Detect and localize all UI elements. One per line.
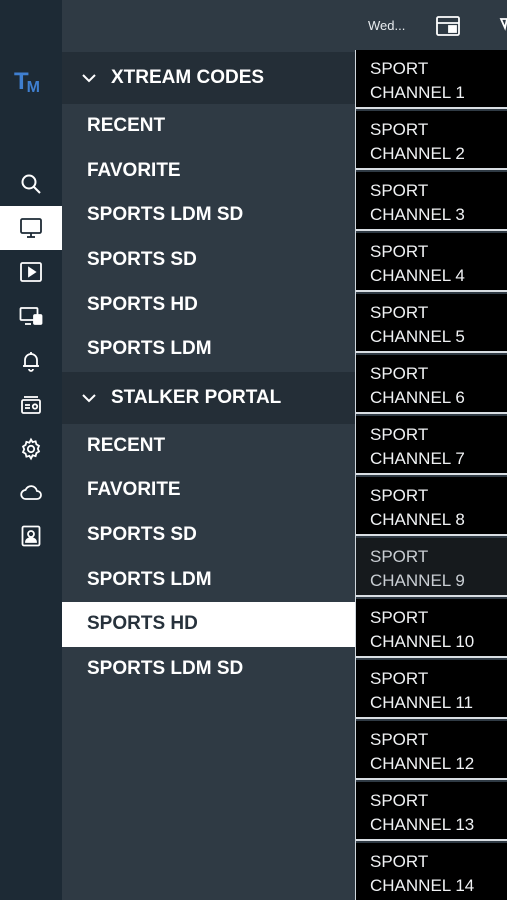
channel-item[interactable]: SPORT CHANNEL 13	[356, 782, 507, 841]
top-bar: Wed...	[62, 0, 507, 52]
category-item[interactable]: FAVORITE	[62, 468, 355, 513]
nav-search[interactable]	[0, 162, 62, 206]
category-item[interactable]: RECENT	[62, 104, 355, 149]
channel-item[interactable]: SPORT CHANNEL 3	[356, 172, 507, 231]
chevron-down-icon	[82, 74, 96, 83]
nav-radio[interactable]	[0, 383, 62, 427]
group-title: STALKER PORTAL	[111, 386, 282, 408]
channel-item[interactable]: SPORT CHANNEL 14	[356, 843, 507, 900]
category-item[interactable]: SPORTS LDM	[62, 557, 355, 602]
category-item[interactable]: SPORTS LDM SD	[62, 647, 355, 692]
category-item[interactable]: SPORTS SD	[62, 238, 355, 283]
category-item[interactable]: SPORTS LDM SD	[62, 193, 355, 238]
channel-item[interactable]: SPORT CHANNEL 10	[356, 599, 507, 658]
category-item-selected[interactable]: SPORTS HD	[62, 601, 355, 647]
category-item[interactable]: SPORTS SD	[62, 513, 355, 558]
radio-icon	[21, 396, 41, 414]
cloud-icon	[20, 485, 42, 500]
category-item[interactable]: FAVORITE	[62, 149, 355, 194]
date-label: Wed...	[368, 18, 406, 33]
contact-icon	[21, 525, 41, 547]
play-icon	[20, 262, 42, 282]
channel-item[interactable]: SPORT CHANNEL 6	[356, 355, 507, 414]
channel-item[interactable]: SPORT CHANNEL 11	[356, 660, 507, 719]
group-header-xtream[interactable]: XTREAM CODES	[62, 52, 355, 104]
layout-icon[interactable]	[435, 14, 461, 38]
channel-item-highlighted[interactable]: SPORT CHANNEL 9	[356, 538, 507, 597]
nav-cloud[interactable]	[0, 470, 62, 514]
app-logo: TM	[14, 68, 40, 96]
channel-item[interactable]: SPORT CHANNEL 12	[356, 721, 507, 780]
channel-item[interactable]: SPORT CHANNEL 7	[356, 416, 507, 475]
tv-icon	[20, 218, 42, 238]
devices-icon	[19, 307, 43, 325]
nav-account[interactable]	[0, 514, 62, 558]
more-icon[interactable]	[499, 14, 507, 38]
group-header-stalker[interactable]: STALKER PORTAL	[62, 371, 355, 424]
channel-item[interactable]: SPORT CHANNEL 2	[356, 111, 507, 170]
channel-item[interactable]: SPORT CHANNEL 1	[356, 50, 507, 109]
nav-live-tv[interactable]	[0, 206, 62, 250]
channel-list: SPORT CHANNEL 1 SPORT CHANNEL 2 SPORT CHANN…	[355, 50, 507, 900]
category-item[interactable]: SPORTS HD	[62, 282, 355, 327]
category-list: XTREAM CODES RECENT FAVORITE SPORTS LDM …	[62, 52, 355, 691]
nav-settings[interactable]	[0, 427, 62, 471]
chevron-down-icon	[82, 393, 96, 402]
gear-icon	[21, 437, 41, 461]
category-item[interactable]: SPORTS LDM	[62, 327, 355, 372]
bell-icon	[23, 352, 39, 372]
category-item[interactable]: RECENT	[62, 424, 355, 469]
nav-rail: TM	[0, 0, 62, 900]
nav-devices[interactable]	[0, 295, 62, 339]
app-root: TM Wed... XTREAM CODES RECENT FAVORITE S…	[0, 0, 507, 900]
channel-item[interactable]: SPORT CHANNEL 8	[356, 477, 507, 536]
search-icon	[21, 174, 41, 194]
channel-item[interactable]: SPORT CHANNEL 4	[356, 233, 507, 292]
nav-notifications[interactable]	[0, 339, 62, 383]
channel-item[interactable]: SPORT CHANNEL 5	[356, 294, 507, 353]
nav-movies[interactable]	[0, 250, 62, 294]
group-title: XTREAM CODES	[111, 67, 265, 88]
